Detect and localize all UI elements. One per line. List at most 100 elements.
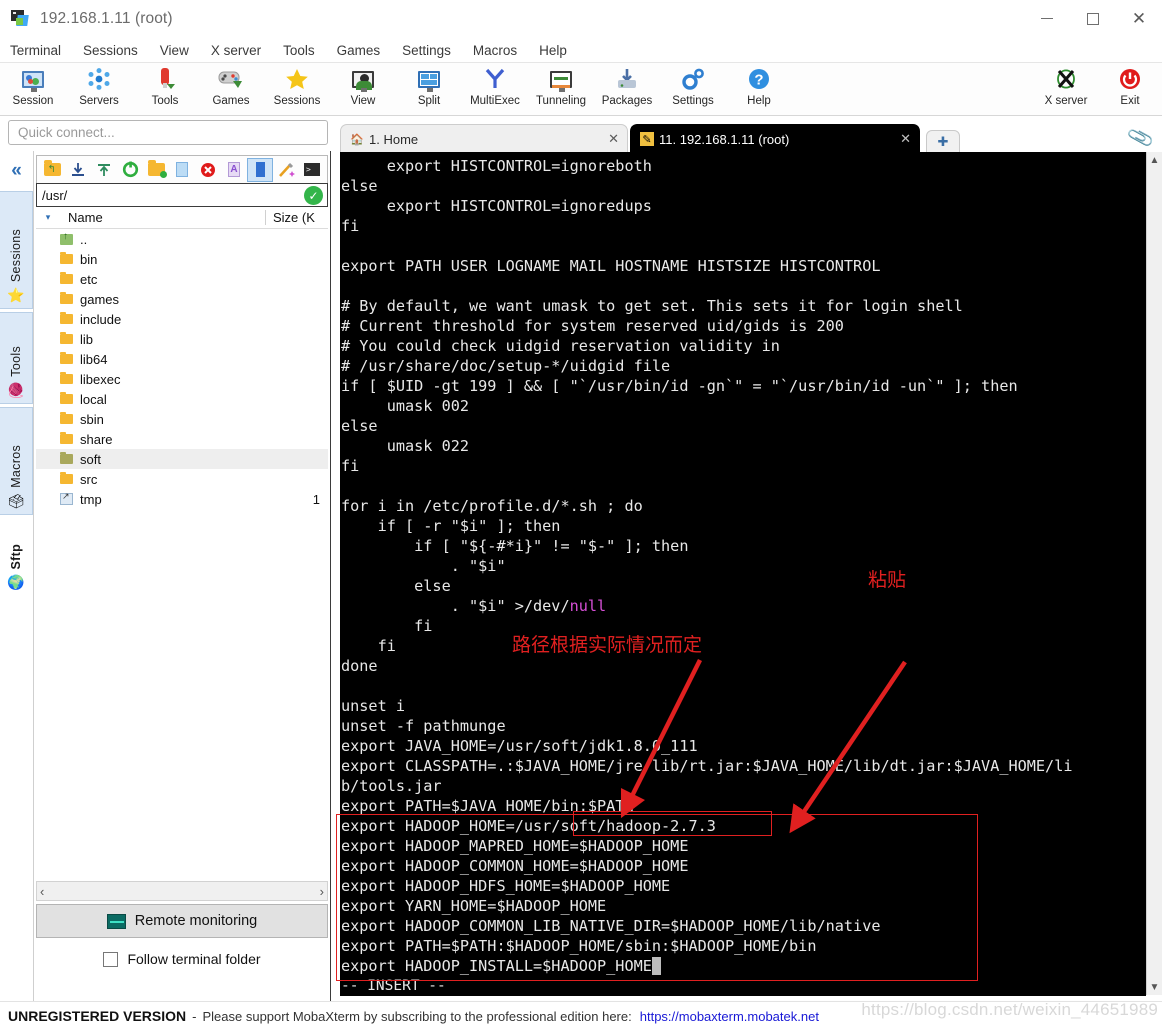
horizontal-scrollbar[interactable]: ‹ › — [36, 881, 328, 901]
tab-home-close-icon[interactable]: ✕ — [608, 131, 619, 147]
paperclip-icon[interactable]: 📎 — [1126, 123, 1156, 154]
menu-sessions[interactable]: Sessions — [72, 38, 149, 63]
annotation-box-hadoop-exports — [336, 814, 978, 981]
menu-help[interactable]: Help — [528, 38, 578, 63]
list-item[interactable]: .. — [36, 229, 328, 249]
menu-x-server[interactable]: X server — [200, 38, 272, 63]
menu-view[interactable]: View — [149, 38, 200, 63]
magic-wand-icon[interactable] — [273, 158, 299, 182]
toolbar-tools-button[interactable]: Tools — [132, 63, 198, 115]
check-icon[interactable]: ✓ — [304, 186, 323, 205]
list-item[interactable]: bin — [36, 249, 328, 269]
rail-tab-tools-label: Tools — [9, 346, 23, 377]
download-icon[interactable] — [65, 158, 91, 182]
follow-terminal-folder-checkbox[interactable] — [103, 951, 119, 967]
delete-icon[interactable] — [195, 158, 221, 182]
toolbar-exit-button[interactable]: Exit — [1098, 63, 1162, 115]
rail-tab-macros[interactable]: 🗳 Macros — [0, 407, 33, 515]
paper-plane-icon: 🗳 — [7, 493, 25, 509]
toolbar-help-button[interactable]: ? Help — [726, 63, 792, 115]
file-list[interactable]: .. bin etc games include — [36, 229, 328, 881]
tab-ssh-session-label: 11. 192.168.1.11 (root) — [659, 131, 790, 147]
file-name: local — [80, 391, 107, 407]
file-size: 1 — [312, 491, 320, 507]
rail-tab-sftp[interactable]: 🌍 Sftp — [0, 518, 33, 596]
toolbar-tools-label: Tools — [151, 95, 179, 107]
rail-collapse-button[interactable]: « — [0, 151, 33, 191]
maximize-button[interactable] — [1070, 0, 1116, 38]
monitor-graph-icon — [106, 913, 126, 929]
parent-folder-icon[interactable]: ↰ — [39, 158, 65, 182]
rail-tab-tools[interactable]: 🧶 Tools — [0, 312, 33, 404]
menu-terminal[interactable]: Terminal — [0, 38, 72, 63]
scroll-left-arrow[interactable]: ‹ — [40, 884, 44, 899]
ssh-icon: ✎ — [640, 132, 654, 146]
tab-ssh-session[interactable]: ✎ 11. 192.168.1.11 (root) ✕ — [630, 124, 920, 153]
list-item[interactable]: lib64 — [36, 349, 328, 369]
refresh-icon[interactable] — [117, 158, 143, 182]
toolbar-settings-button[interactable]: Settings — [660, 63, 726, 115]
sftp-path-bar[interactable]: /usr/ ✓ — [36, 183, 328, 207]
list-item[interactable]: src — [36, 469, 328, 489]
toolbar-packages-button[interactable]: Packages — [594, 63, 660, 115]
toolbar-tunneling-button[interactable]: Tunneling — [528, 63, 594, 115]
mobaxterm-link[interactable]: https://mobaxterm.mobatek.net — [640, 1009, 819, 1024]
list-item[interactable]: share — [36, 429, 328, 449]
toolbar-packages-label: Packages — [601, 95, 653, 107]
upload-icon[interactable] — [91, 158, 117, 182]
toolbar-session-label: Session — [12, 95, 54, 107]
scroll-up-arrow[interactable]: ▲ — [1150, 152, 1160, 168]
toolbar-servers-button[interactable]: Servers — [66, 63, 132, 115]
column-size[interactable]: Size (K — [265, 210, 328, 225]
toolbar-help-label: Help — [747, 95, 771, 107]
toolbar-multiexec-button[interactable]: MultiExec — [462, 63, 528, 115]
new-folder-icon[interactable] — [143, 158, 169, 182]
menu-macros[interactable]: Macros — [462, 38, 528, 63]
toolbar-sessions-button[interactable]: Sessions — [264, 63, 330, 115]
terminal-tab-strip: 🏠 1. Home ✕ ✎ 11. 192.168.1.11 (root) ✕ … — [340, 120, 1162, 153]
list-item[interactable]: games — [36, 289, 328, 309]
toolbar-view-button[interactable]: View — [330, 63, 396, 115]
new-tab-button[interactable]: ✚ — [926, 130, 960, 153]
menu-games[interactable]: Games — [326, 38, 392, 63]
toolbar-split-button[interactable]: Split — [396, 63, 462, 115]
list-item[interactable]: libexec — [36, 369, 328, 389]
list-item[interactable]: etc — [36, 269, 328, 289]
new-file-icon[interactable] — [169, 158, 195, 182]
rail-tab-sessions[interactable]: ⭐ Sessions — [0, 191, 33, 309]
toolbar-xserver-button[interactable]: X server — [1034, 63, 1098, 115]
remote-monitoring-button[interactable]: Remote monitoring — [36, 904, 328, 938]
file-name: src — [80, 471, 98, 487]
list-item[interactable]: tmp 1 — [36, 489, 328, 509]
folder-icon — [36, 412, 80, 424]
menu-settings[interactable]: Settings — [391, 38, 462, 63]
binary-mode-icon[interactable] — [247, 157, 273, 182]
sort-caret-icon[interactable]: ▾ — [36, 212, 60, 223]
horizontal-scrollbar-wrap: ‹ › — [34, 881, 330, 901]
toolbar-games-button[interactable]: Games — [198, 63, 264, 115]
scroll-down-arrow[interactable]: ▼ — [1150, 979, 1160, 995]
file-name: soft — [80, 451, 101, 467]
list-item[interactable]: local — [36, 389, 328, 409]
menu-tools[interactable]: Tools — [272, 38, 326, 63]
list-item[interactable]: sbin — [36, 409, 328, 429]
toolbar-session-button[interactable]: Session — [0, 63, 66, 115]
list-item[interactable]: lib — [36, 329, 328, 349]
svg-text:?: ? — [754, 72, 763, 89]
text-mode-icon[interactable]: A — [221, 158, 247, 182]
follow-terminal-folder-row[interactable]: Follow terminal folder — [36, 944, 328, 974]
close-button[interactable]: ✕ — [1116, 0, 1162, 38]
session-icon — [18, 66, 48, 92]
list-item[interactable]: include — [36, 309, 328, 329]
file-name: etc — [80, 271, 98, 287]
tab-home[interactable]: 🏠 1. Home ✕ — [340, 124, 628, 153]
quick-connect-input[interactable]: Quick connect... — [8, 120, 328, 145]
list-item-selected[interactable]: soft — [36, 449, 328, 469]
file-name: include — [80, 311, 122, 327]
tab-ssh-session-close-icon[interactable]: ✕ — [900, 131, 911, 147]
column-name[interactable]: Name — [60, 210, 265, 225]
terminal-icon[interactable]: > — [299, 158, 325, 182]
scroll-right-arrow[interactable]: › — [320, 884, 324, 899]
terminal-scrollbar[interactable]: ▲ ▼ — [1146, 152, 1162, 995]
minimize-button[interactable] — [1024, 0, 1070, 38]
